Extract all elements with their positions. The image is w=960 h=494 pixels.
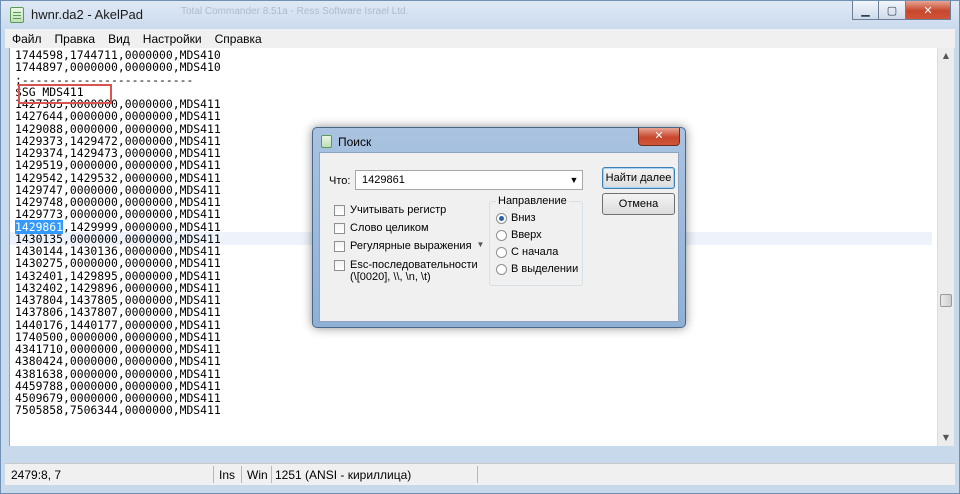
- menu-bar: Файл Правка Вид Настройки Справка: [5, 29, 955, 48]
- find-dialog: Поиск ✕ Что: 1429861 ▼ Найти далее Отмен…: [312, 127, 686, 328]
- annotation-box: [18, 84, 112, 104]
- status-bar: 2479:8, 7 Ins Win 1251 (ANSI - кириллица…: [5, 463, 955, 485]
- find-what-value[interactable]: 1429861: [362, 174, 405, 186]
- checkbox-box[interactable]: [334, 223, 345, 234]
- menu-settings[interactable]: Настройки: [136, 32, 208, 46]
- checkbox-box[interactable]: [334, 241, 345, 252]
- text-line[interactable]: 1432401,1429895,0000000,MDS411: [15, 269, 221, 282]
- match-case-label: Учитывать регистр: [350, 204, 447, 216]
- direction-group: Направление Вниз Вверх С начала В выделе…: [489, 195, 583, 286]
- escape-label-text: Esc-последовательности: [350, 259, 478, 271]
- notepad-icon: [321, 135, 332, 148]
- radio-unselected[interactable]: [496, 246, 507, 258]
- direction-down-label: Вниз: [511, 212, 536, 224]
- text-line[interactable]: 1437806,1437807,0000000,MDS411: [15, 306, 221, 319]
- direction-in-selection-label: В выделении: [511, 263, 579, 275]
- direction-title: Направление: [496, 195, 569, 207]
- text-line[interactable]: 1430275,0000000,0000000,MDS411: [15, 257, 221, 270]
- match-case-checkbox[interactable]: Учитывать регистр: [334, 204, 446, 216]
- scroll-thumb[interactable]: [940, 294, 952, 307]
- radio-unselected[interactable]: [496, 229, 507, 241]
- cancel-button[interactable]: Отмена: [602, 193, 675, 215]
- dialog-title: Поиск: [338, 135, 372, 149]
- menu-help[interactable]: Справка: [208, 32, 268, 46]
- menu-file[interactable]: Файл: [5, 32, 48, 46]
- dialog-body: Что: 1429861 ▼ Найти далее Отмена Учитыв…: [319, 152, 679, 322]
- status-divider: [241, 466, 242, 483]
- status-divider: [213, 466, 214, 483]
- text-line[interactable]: 1440176,1440177,0000000,MDS411: [15, 318, 221, 331]
- window-controls: ▁ ▢ ✕: [852, 1, 951, 21]
- chevron-down-icon[interactable]: ▼: [566, 171, 582, 189]
- text-line[interactable]: 1429519,0000000,0000000,MDS411: [15, 159, 221, 172]
- menu-edit[interactable]: Правка: [48, 32, 102, 46]
- radio-selected[interactable]: [496, 212, 507, 224]
- status-divider: [477, 466, 478, 483]
- close-button[interactable]: ✕: [906, 1, 951, 20]
- status-newline: Win: [247, 468, 268, 482]
- title-bar[interactable]: hwnr.da2 - AkelPad Total Commander 8.51a…: [1, 1, 959, 29]
- text-line[interactable]: 4381638,0000000,0000000,MDS411: [15, 367, 221, 380]
- window-title: hwnr.da2 - AkelPad: [31, 7, 144, 22]
- dropdown-arrow-icon[interactable]: ▼: [477, 240, 485, 249]
- vertical-scrollbar[interactable]: ▲ ▼: [937, 48, 954, 446]
- direction-down-radio[interactable]: Вниз: [496, 212, 536, 224]
- direction-from-start-radio[interactable]: С начала: [496, 246, 558, 258]
- text-line[interactable]: 7505858,7506344,0000000,MDS411: [15, 404, 221, 417]
- whole-word-label: Слово целиком: [350, 222, 429, 234]
- status-codepage: 1251 (ANSI - кириллица): [275, 468, 412, 482]
- checkbox-box[interactable]: [334, 205, 345, 216]
- find-what-label: Что:: [329, 175, 351, 187]
- scroll-up-icon[interactable]: ▲: [941, 51, 951, 61]
- regex-checkbox[interactable]: Регулярные выражения ▼: [334, 240, 484, 252]
- notepad-icon: [10, 7, 24, 23]
- radio-unselected[interactable]: [496, 263, 507, 275]
- text-line[interactable]: 4380424,0000000,0000000,MDS411: [15, 355, 221, 368]
- maximize-button[interactable]: ▢: [879, 1, 906, 20]
- minimize-button[interactable]: ▁: [852, 1, 879, 20]
- direction-up-radio[interactable]: Вверх: [496, 229, 542, 241]
- find-next-button[interactable]: Найти далее: [602, 167, 675, 189]
- checkbox-box[interactable]: [334, 260, 345, 271]
- regex-label: Регулярные выражения: [350, 240, 472, 252]
- direction-up-label: Вверх: [511, 229, 542, 241]
- direction-in-selection-radio[interactable]: В выделении: [496, 263, 578, 275]
- escape-checkbox[interactable]: Esc-последовательности (\[0020], \\, \n,…: [334, 259, 478, 283]
- text-line[interactable]: 1429088,0000000,0000000,MDS411: [15, 122, 221, 135]
- background-window-title: Total Commander 8.51a - Ress Software Is…: [181, 6, 409, 17]
- escape-label: Esc-последовательности (\[0020], \\, \n,…: [350, 259, 478, 283]
- text-line[interactable]: 1429861,1429999,0000000,MDS411: [15, 219, 221, 234]
- status-position: 2479:8, 7: [11, 468, 62, 482]
- escape-hint: (\[0020], \\, \n, \t): [350, 271, 431, 283]
- text-line[interactable]: 1429542,1429532,0000000,MDS411: [15, 171, 221, 184]
- scroll-down-icon[interactable]: ▼: [941, 433, 951, 443]
- find-what-combobox[interactable]: 1429861 ▼: [355, 170, 583, 190]
- text-line[interactable]: 1427644,0000000,0000000,MDS411: [15, 110, 221, 123]
- status-insert-mode: Ins: [219, 468, 236, 482]
- editor-lines[interactable]: 1744598,1744711,0000000,MDS410 1744897,00…: [15, 49, 221, 417]
- whole-word-checkbox[interactable]: Слово целиком: [334, 222, 429, 234]
- direction-from-start-label: С начала: [511, 246, 559, 258]
- menu-view[interactable]: Вид: [101, 32, 136, 46]
- status-divider: [271, 466, 272, 483]
- dialog-close-button[interactable]: ✕: [638, 128, 680, 146]
- text-line[interactable]: 1744897,0000000,0000000,MDS410: [15, 61, 221, 74]
